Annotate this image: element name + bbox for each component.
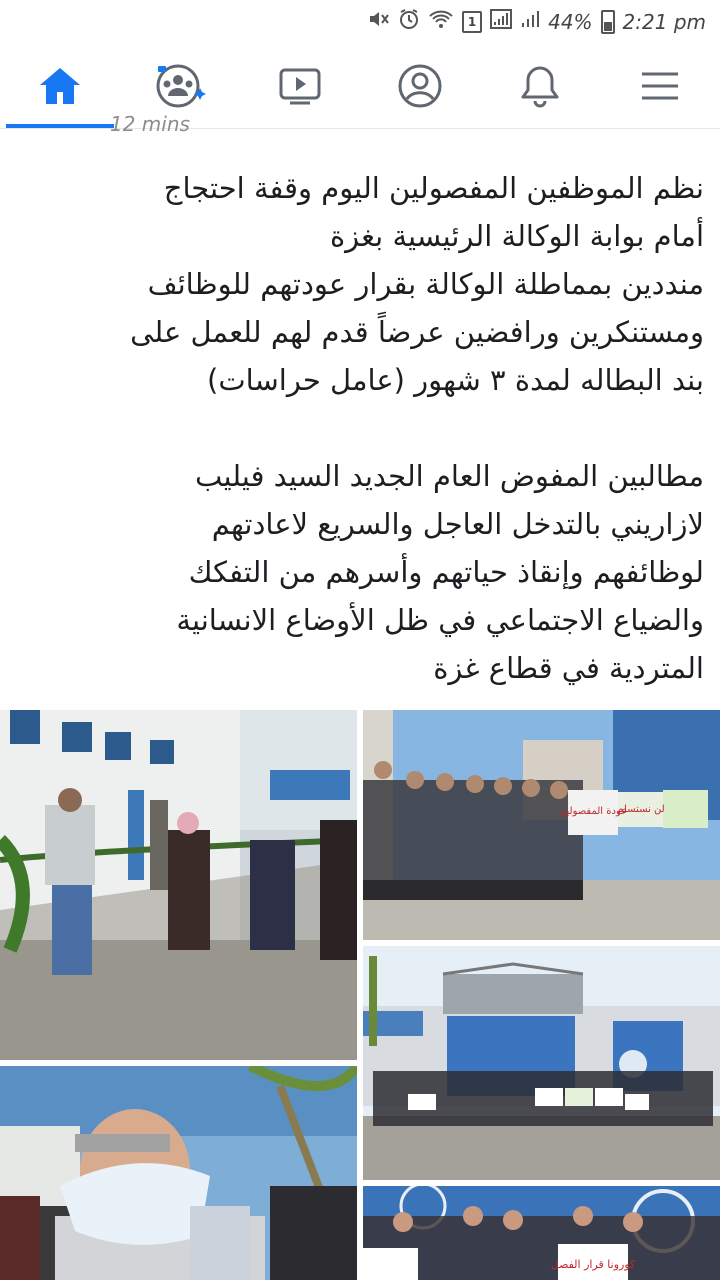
signal-icon	[490, 9, 513, 34]
wifi-icon	[428, 9, 454, 34]
tab-profile[interactable]	[360, 44, 480, 128]
status-icons: 1 44% 2:21 pm	[368, 8, 706, 35]
post-photo[interactable]	[0, 710, 357, 1060]
hamburger-menu-icon	[642, 72, 678, 100]
protest-sign-text: كورونا قرار الفصل	[551, 1258, 636, 1271]
groups-icon	[156, 64, 206, 108]
post-photo[interactable]: عودة المفصولين لن نستسلم	[363, 710, 720, 940]
tab-menu[interactable]	[600, 44, 720, 128]
post-line: منددين بمماطلة الوكالة بقرار عودتهم للوظ…	[147, 267, 704, 301]
battery-percent: 44%	[548, 9, 593, 34]
bell-icon	[521, 66, 559, 108]
post-timestamp[interactable]: 12 mins	[110, 112, 310, 134]
alarm-icon	[398, 8, 420, 35]
top-navigation	[0, 44, 720, 129]
battery-icon	[600, 9, 615, 34]
profile-icon	[398, 64, 442, 108]
post-line: مطالبين المفوض العام الجديد السيد فيليب	[194, 459, 704, 493]
post-photo[interactable]	[0, 1066, 357, 1280]
mute-icon	[368, 9, 390, 34]
video-icon	[279, 68, 321, 105]
post-line: والضياع الاجتماعي في ظل الأوضاع الانساني…	[176, 603, 704, 637]
protest-sign-text: لن نستسلم	[617, 804, 664, 815]
home-icon	[40, 68, 80, 104]
notification-badge-icon: 1	[462, 10, 483, 33]
post-body: نظم الموظفين المفصولين اليوم وقفة احتجاج…	[28, 164, 704, 692]
tab-notifications[interactable]	[480, 44, 600, 128]
post-line: ومستنكرين ورافضين عرضاً قدم لهم للعمل عل…	[130, 315, 704, 349]
signal-icon	[520, 9, 540, 34]
clock: 2:21 pm	[622, 9, 706, 34]
post-photo[interactable]: كورونا قرار الفصل	[363, 1186, 720, 1280]
post-line: لوظائفهم وإنقاذ حياتهم وأسرهم من التفكك	[188, 555, 704, 589]
tab-home[interactable]	[0, 44, 120, 128]
post-line: نظم الموظفين المفصولين اليوم وقفة احتجاج	[163, 171, 704, 205]
post-line: لازاريني بالتدخل العاجل والسريع لاعادتهم	[211, 507, 704, 541]
post-line: أمام بوابة الوكالة الرئيسية بغزة	[329, 219, 704, 253]
post-photo[interactable]	[363, 946, 720, 1180]
post-line: المتردية في قطاع غزة	[433, 651, 704, 685]
active-tab-indicator	[6, 124, 114, 128]
post-line: بند البطاله لمدة ٣ شهور (عامل حراسات)	[207, 363, 704, 397]
status-bar: 1 44% 2:21 pm	[0, 0, 720, 44]
